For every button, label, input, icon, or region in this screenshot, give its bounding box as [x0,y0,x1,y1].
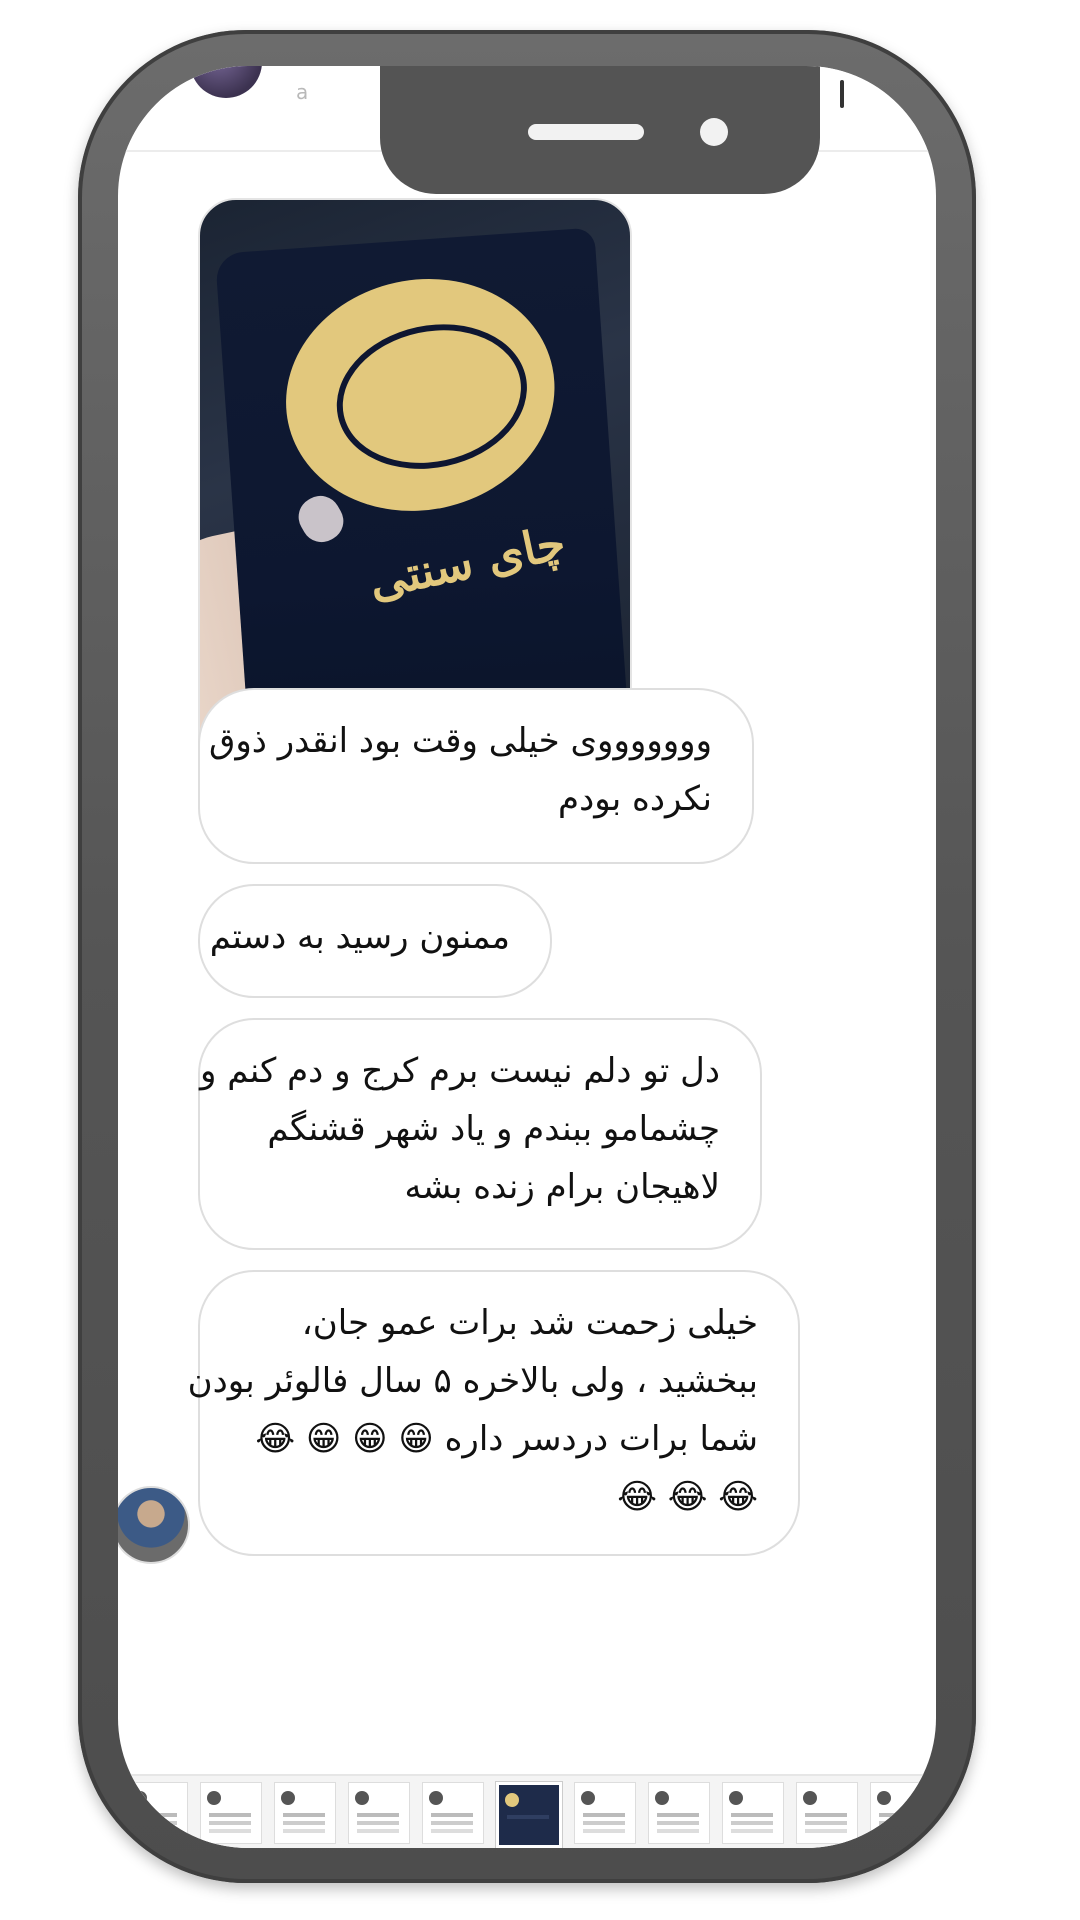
thumbnail[interactable] [274,1782,336,1844]
thumbnail[interactable] [722,1782,784,1844]
thumbnail-active[interactable] [495,1781,563,1848]
front-camera [700,118,728,146]
thumbnail[interactable] [870,1782,932,1844]
thumbnail-strip [118,1774,936,1848]
message-bubble[interactable]: دل تو دلم نیست برم کرج و دم کنم و چشمامو… [198,1018,762,1250]
phone-notch [380,66,820,194]
contact-avatar[interactable] [190,66,262,98]
thumbnail[interactable] [796,1782,858,1844]
thumbnail[interactable] [126,1782,188,1844]
thumbnail[interactable] [648,1782,710,1844]
thumbnail[interactable] [422,1782,484,1844]
chat-screen: a چای سنتی وووووووی خیلی وقت بود انقدر ذ… [118,66,936,1848]
sender-avatar[interactable] [118,1486,190,1564]
message-bubble[interactable]: وووووووی خیلی وقت بود انقدر ذوق نکرده بو… [198,688,754,864]
thumbnail[interactable] [348,1782,410,1844]
message-bubble[interactable]: خیلی زحمت شد برات عمو جان، ببخشید ، ولی … [188,1270,800,1556]
thumbnail[interactable] [574,1782,636,1844]
phone-frame: a چای سنتی وووووووی خیلی وقت بود انقدر ذ… [78,30,976,1883]
thumbnail[interactable] [200,1782,262,1844]
more-icon[interactable] [840,80,844,108]
speaker-grille [528,124,644,140]
contact-name[interactable]: a [296,80,308,104]
bag-label: چای سنتی [364,514,571,610]
message-bubble[interactable]: ممنون رسید به دستم [198,884,552,998]
bag-medallion [264,254,577,536]
